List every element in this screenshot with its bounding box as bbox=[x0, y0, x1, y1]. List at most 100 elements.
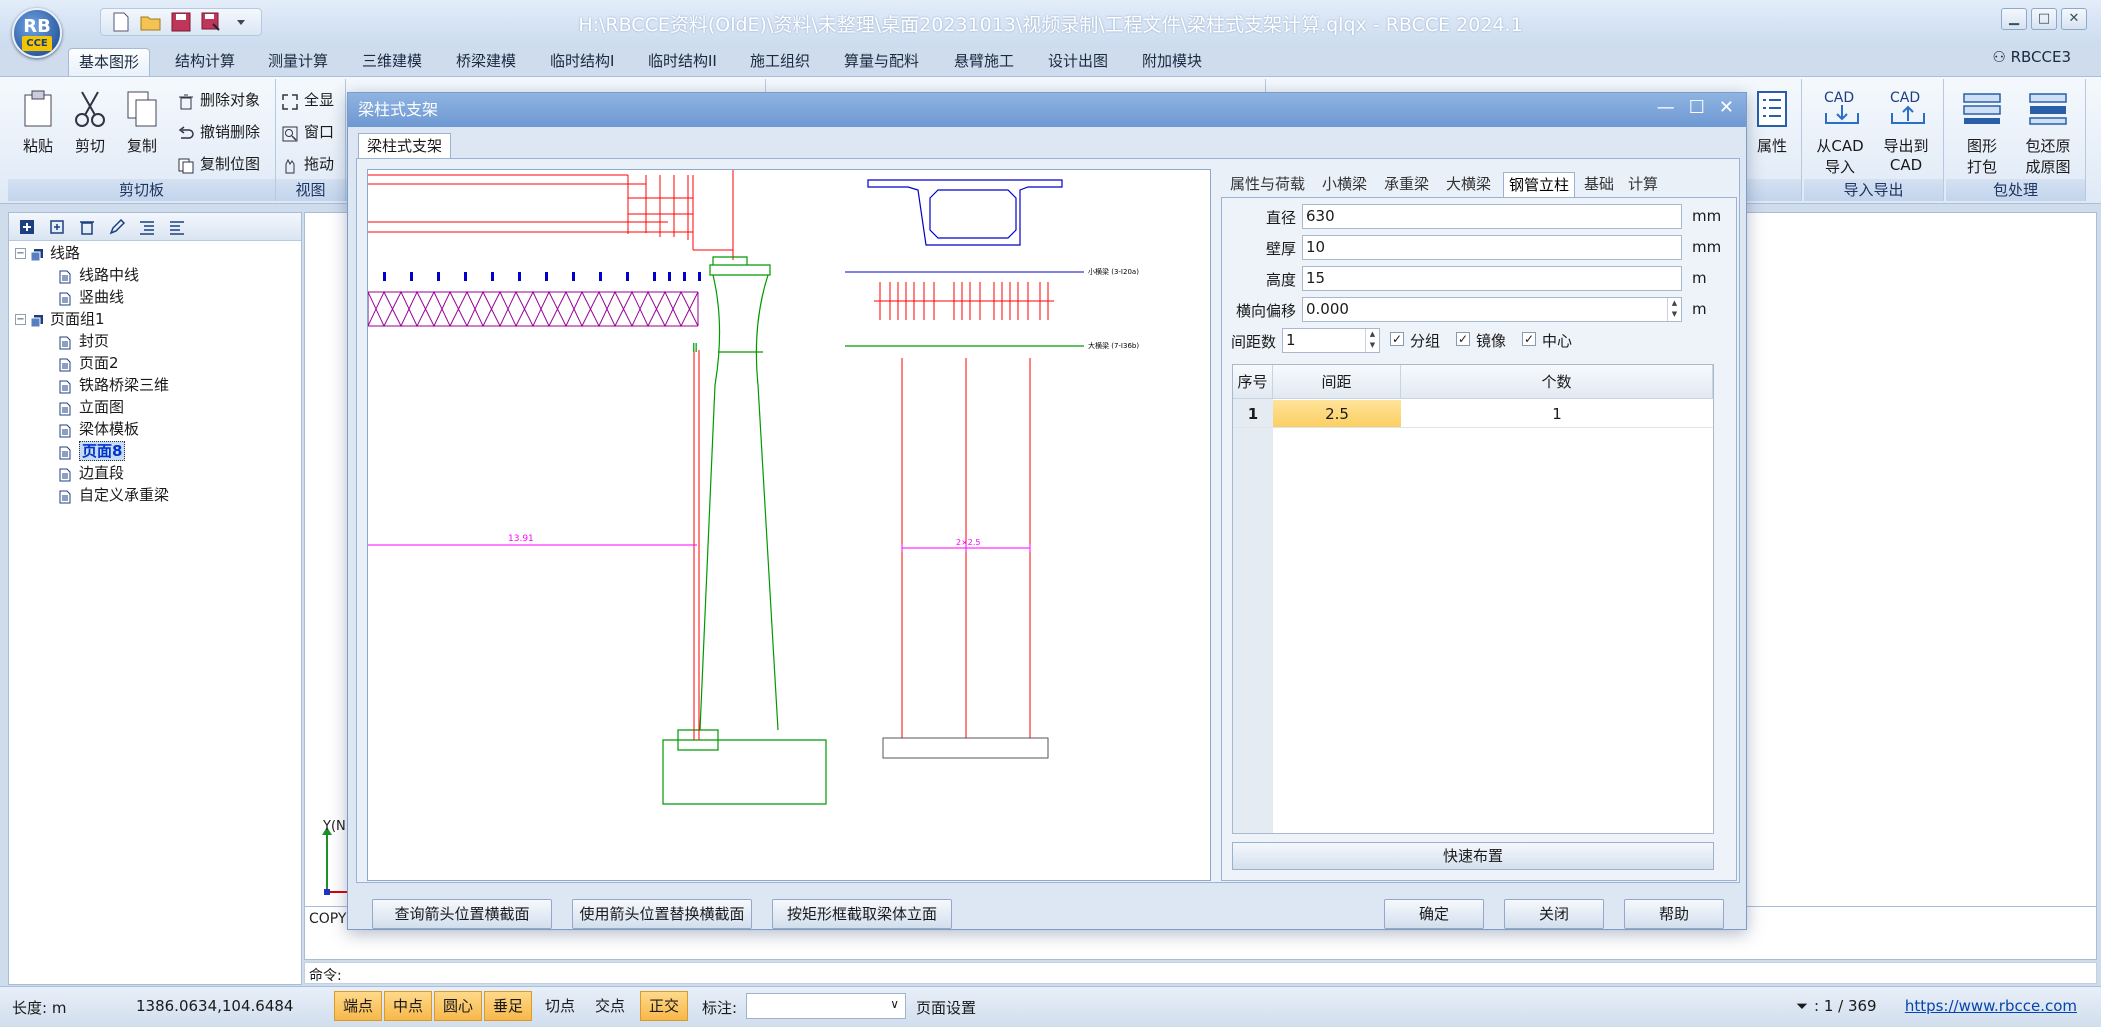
tab-construction-org[interactable]: 施工组织 bbox=[740, 48, 820, 76]
mirror-checkbox[interactable]: ✓ bbox=[1456, 332, 1470, 346]
indent-icon[interactable] bbox=[137, 218, 157, 236]
dialog-minimize-button[interactable]: — bbox=[1657, 97, 1675, 118]
cut-label: 剪切 bbox=[74, 137, 105, 155]
copy-button[interactable]: 复制 bbox=[116, 89, 168, 156]
snap-midpoint-toggle[interactable]: 中点 bbox=[384, 991, 433, 1021]
quick-layout-button[interactable]: 快速布置 bbox=[1232, 842, 1714, 870]
page-setup-button[interactable]: 页面设置 bbox=[916, 997, 976, 1018]
export-to-cad-button[interactable]: CAD 导出到 CAD bbox=[1876, 89, 1936, 174]
tab-foundation[interactable]: 基础 bbox=[1579, 172, 1619, 198]
tree-group-pages[interactable]: − 页面组1 bbox=[15, 309, 105, 330]
minimize-button[interactable]: ▁ bbox=[2001, 8, 2027, 30]
grid-cell-count[interactable]: 1 bbox=[1401, 400, 1713, 428]
tree-item[interactable]: 边直段 bbox=[59, 463, 124, 484]
outdent-icon[interactable] bbox=[167, 218, 187, 236]
filter-icon[interactable]: ⏷ bbox=[1796, 997, 1808, 1015]
user-account[interactable]: ⚇ RBCCE3 bbox=[1992, 48, 2071, 66]
tab-big-beam[interactable]: 大横梁 bbox=[1441, 172, 1496, 198]
tree-item[interactable]: 页面2 bbox=[59, 353, 119, 374]
tab-steel-column[interactable]: 钢管立柱 bbox=[1503, 172, 1576, 198]
tab-cantilever[interactable]: 悬臂施工 bbox=[944, 48, 1024, 76]
dialog-close-button[interactable]: ✕ bbox=[1719, 97, 1734, 118]
tree-item[interactable]: 梁体模板 bbox=[59, 419, 139, 440]
grid-cell-spacing[interactable]: 2.5 bbox=[1273, 400, 1401, 428]
tab-properties-loads[interactable]: 属性与荷载 bbox=[1225, 172, 1310, 198]
paste-button[interactable]: 粘贴 bbox=[12, 89, 64, 156]
center-checkbox[interactable]: ✓ bbox=[1522, 332, 1536, 346]
offset-spinner[interactable]: ▲ ▼ bbox=[1667, 298, 1681, 321]
dialog-title-bar[interactable]: 梁柱式支架 bbox=[348, 93, 1746, 127]
tab-temp-structure-1[interactable]: 临时结构I bbox=[540, 48, 624, 76]
tab-calculation[interactable]: 计算 bbox=[1623, 172, 1663, 198]
tree-item[interactable]: 铁路桥梁三维 bbox=[59, 375, 169, 396]
snap-tangent-toggle[interactable]: 切点 bbox=[536, 991, 584, 1021]
tab-survey-calc[interactable]: 测量计算 bbox=[258, 48, 338, 76]
tab-small-beam[interactable]: 小横梁 bbox=[1317, 172, 1372, 198]
cut-button[interactable]: 剪切 bbox=[64, 89, 116, 156]
rename-icon[interactable] bbox=[107, 218, 127, 236]
restore-drawing-button[interactable]: 包还原 成原图 bbox=[2018, 89, 2078, 177]
tab-design-drawing[interactable]: 设计出图 bbox=[1038, 48, 1118, 76]
spacing-count-value: 1 bbox=[1286, 331, 1296, 349]
snap-perpendicular-toggle[interactable]: 垂足 bbox=[484, 991, 533, 1021]
tab-bridge-modeling[interactable]: 桥梁建模 bbox=[446, 48, 526, 76]
tab-structural-calc[interactable]: 结构计算 bbox=[165, 48, 245, 76]
tree-item[interactable]: 封页 bbox=[59, 331, 109, 352]
tab-3d-modeling[interactable]: 三维建模 bbox=[352, 48, 432, 76]
mark-style-select[interactable]: ∨ bbox=[746, 993, 906, 1019]
rect-capture-button[interactable]: 按矩形框截取梁体立面 bbox=[772, 899, 952, 929]
tree-item[interactable]: 线路中线 bbox=[59, 265, 139, 286]
close-button[interactable]: ✕ bbox=[2061, 8, 2087, 30]
replace-section-button[interactable]: 使用箭头位置替换横截面 bbox=[572, 899, 752, 929]
query-section-button[interactable]: 查询箭头位置横截面 bbox=[372, 899, 552, 929]
diameter-row: 直径 630 mm bbox=[1230, 204, 1730, 230]
add-page-icon[interactable] bbox=[47, 218, 67, 236]
maximize-button[interactable]: □ bbox=[2031, 8, 2057, 30]
copy-bitmap-button[interactable]: 复制位图 bbox=[176, 151, 260, 177]
tab-basic-graphics[interactable]: 基本图形 bbox=[68, 48, 151, 76]
thickness-input[interactable]: 10 bbox=[1302, 235, 1682, 260]
close-dialog-button[interactable]: 关闭 bbox=[1504, 899, 1604, 929]
pan-button[interactable]: 拖动 bbox=[280, 151, 334, 177]
undo-delete-button[interactable]: 撤销删除 bbox=[176, 119, 260, 145]
collapse-icon[interactable]: − bbox=[15, 314, 26, 325]
snap-center-toggle[interactable]: 圆心 bbox=[434, 991, 483, 1021]
delete-node-icon[interactable] bbox=[77, 218, 97, 236]
snap-intersection-toggle[interactable]: 交点 bbox=[586, 991, 634, 1021]
group-checkbox[interactable]: ✓ bbox=[1390, 332, 1404, 346]
pack-drawing-button[interactable]: 图形 打包 bbox=[1952, 89, 2012, 177]
tab-quantity[interactable]: 算量与配料 bbox=[834, 48, 929, 76]
zoom-window-button[interactable]: 窗口 bbox=[280, 119, 334, 145]
scissors-icon bbox=[70, 89, 110, 129]
tree-item[interactable]: 竖曲线 bbox=[59, 287, 124, 308]
app-logo[interactable]: RB CCE bbox=[12, 8, 62, 58]
collapse-icon[interactable]: − bbox=[15, 248, 26, 259]
tree-item[interactable]: 立面图 bbox=[59, 397, 124, 418]
website-link[interactable]: https://www.rbcce.com bbox=[1905, 997, 2077, 1015]
tree-group-route[interactable]: − 线路 bbox=[15, 243, 80, 264]
import-from-cad-button[interactable]: CAD 从CAD 导入 bbox=[1810, 89, 1870, 177]
support-drawing-preview[interactable]: Ⅱ 13.91 小横梁 (3-I20a) 大横梁 (7-I36b) 2×2.5 bbox=[367, 169, 1211, 881]
tab-bearing-beam[interactable]: 承重梁 bbox=[1379, 172, 1434, 198]
height-input[interactable]: 15 bbox=[1302, 266, 1682, 291]
tab-addons[interactable]: 附加模块 bbox=[1132, 48, 1212, 76]
spacing-count-input[interactable]: 1 ▲ ▼ bbox=[1282, 328, 1380, 353]
status-bar: 长度: m 1386.0634,104.6484 端点 中点 圆心 垂足 切点 … bbox=[0, 986, 2101, 1027]
delete-object-button[interactable]: 删除对象 bbox=[176, 87, 260, 113]
ortho-toggle[interactable]: 正交 bbox=[640, 991, 689, 1021]
tree-item-selected[interactable]: 页面8 bbox=[59, 441, 126, 462]
add-node-icon[interactable] bbox=[17, 218, 37, 236]
properties-button[interactable]: 属性 bbox=[1746, 89, 1798, 156]
help-button[interactable]: 帮助 bbox=[1624, 899, 1724, 929]
spacing-count-spinner[interactable]: ▲ ▼ bbox=[1365, 329, 1379, 352]
command-line[interactable]: 命令: bbox=[304, 962, 2097, 984]
ok-button[interactable]: 确定 bbox=[1384, 899, 1484, 929]
tab-temp-structure-2[interactable]: 临时结构II bbox=[638, 48, 727, 76]
dialog-tab[interactable]: 梁柱式支架 bbox=[358, 133, 452, 159]
tree-item[interactable]: 自定义承重梁 bbox=[59, 485, 169, 506]
offset-input[interactable]: 0.000 ▲ ▼ bbox=[1302, 297, 1682, 322]
zoom-extents-button[interactable]: 全显 bbox=[280, 87, 334, 113]
diameter-input[interactable]: 630 bbox=[1302, 204, 1682, 229]
dialog-maximize-button[interactable]: ☐ bbox=[1689, 97, 1705, 118]
snap-endpoint-toggle[interactable]: 端点 bbox=[334, 991, 383, 1021]
